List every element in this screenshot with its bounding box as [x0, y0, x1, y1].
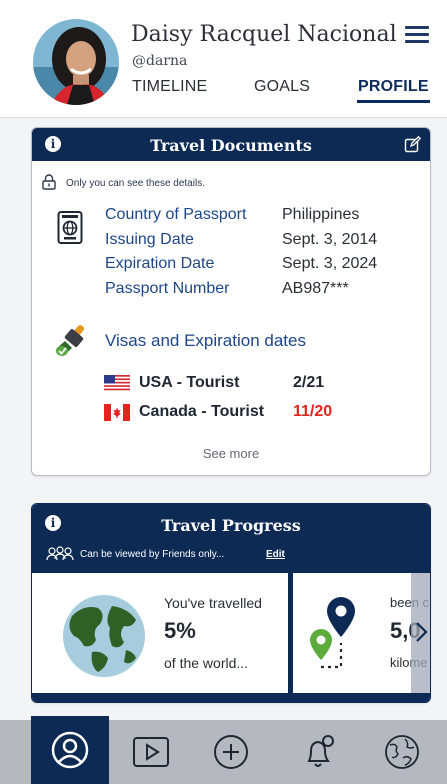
stat-panel-distance[interactable]: been c 5,0 kilome: [293, 573, 430, 693]
country-of-passport-label: Country of Passport: [105, 206, 247, 223]
edit-icon[interactable]: [404, 136, 421, 153]
passport-icon: [57, 211, 83, 244]
visa-canada-date: 11/20: [293, 403, 333, 420]
visa-usa-date: 2/21: [293, 374, 325, 391]
visas-title: Visas and Expiration dates: [105, 331, 306, 350]
expiration-date-label: Expiration Date: [105, 255, 215, 273]
tab-goals[interactable]: GOALS: [254, 78, 310, 96]
passport-number-label: Passport Number: [105, 280, 230, 298]
documents-privacy-note: Only you can see these details.: [66, 178, 205, 189]
stat-world-value: 5%: [164, 618, 196, 643]
passport-labels: Country of Passport Issuing Date Expirat…: [105, 203, 246, 302]
lock-icon: [42, 174, 56, 190]
globe-illustration-icon: [63, 595, 145, 677]
tab-timeline[interactable]: TIMELINE: [132, 78, 207, 96]
country-of-passport-value: Philippines: [282, 206, 360, 223]
travel-progress-title: Travel Progress: [161, 516, 301, 535]
profile-handle: @darna: [132, 53, 188, 69]
add-icon: [214, 735, 248, 769]
hamburger-menu-icon[interactable]: [405, 26, 429, 44]
nav-notifications[interactable]: [289, 720, 349, 784]
globe-icon: [385, 735, 419, 769]
nav-add[interactable]: [201, 720, 261, 784]
stat-panel-world[interactable]: You've travelled 5% of the world...: [32, 573, 288, 693]
profile-name: Daisy Racquel Nacional: [131, 22, 397, 47]
see-more-link[interactable]: See more: [32, 446, 430, 461]
profile-icon: [51, 731, 89, 769]
bottom-navigation: [0, 716, 447, 784]
stat-world-prefix: You've travelled: [164, 595, 262, 611]
passport-values: Philippines Sept. 3, 2014 Sept. 3, 2024 …: [282, 203, 377, 302]
visa-stamp-icon: [56, 325, 84, 356]
friends-icon: [46, 546, 74, 561]
tab-profile[interactable]: PROFILE: [358, 78, 429, 96]
avatar-photo: [33, 19, 119, 105]
location-pins-icon: [310, 597, 355, 669]
issuing-date-value: Sept. 3, 2014: [282, 230, 378, 248]
progress-privacy-note: Can be viewed by Friends only...: [80, 549, 225, 560]
active-tab-indicator: [357, 100, 430, 103]
travel-documents-header: i Travel Documents: [32, 128, 430, 161]
nav-explore[interactable]: [372, 720, 432, 784]
carousel-next-button[interactable]: [411, 573, 430, 693]
travel-documents-card: i Travel Documents Only you can see thes…: [31, 127, 431, 476]
avatar[interactable]: [33, 19, 119, 105]
chevron-right-icon: [416, 622, 428, 642]
stat-world-suffix: of the world...: [164, 655, 249, 671]
video-play-icon: [133, 737, 169, 767]
visa-canada-name: Canada - Tourist: [139, 403, 265, 420]
canada-flag-icon: [104, 404, 130, 421]
travel-progress-card: i Travel Progress Can be viewed by Frien…: [31, 503, 431, 703]
notification-bell-icon: [307, 735, 334, 767]
nav-videos[interactable]: [121, 720, 181, 784]
travel-documents-title: Travel Documents: [150, 136, 312, 155]
passport-number-value: AB987***: [282, 280, 349, 298]
issuing-date-label: Issuing Date: [105, 230, 194, 248]
usa-flag-icon: [104, 375, 130, 392]
edit-privacy-link[interactable]: Edit: [266, 549, 285, 560]
expiration-date-value: Sept. 3, 2024: [282, 255, 378, 273]
nav-profile[interactable]: [31, 716, 109, 784]
profile-header: Daisy Racquel Nacional @darna TIMELINE G…: [0, 0, 447, 118]
visa-usa-name: USA - Tourist: [139, 374, 240, 391]
